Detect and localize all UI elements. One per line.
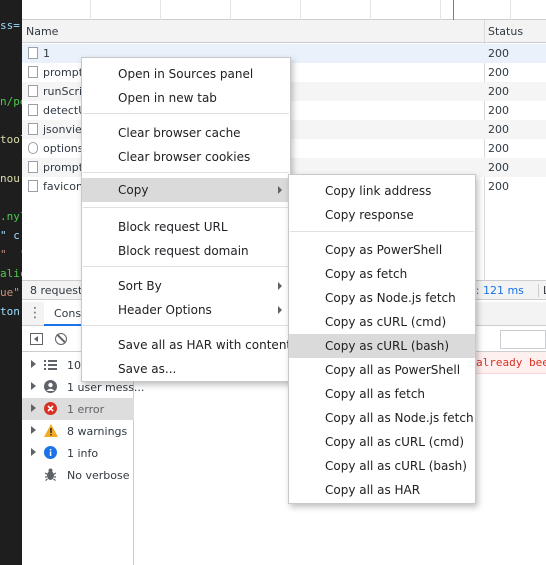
- summary-extra: L: [538, 284, 546, 297]
- copy-submenu: Copy link address Copy response Copy as …: [288, 174, 476, 504]
- request-status: 200: [488, 180, 509, 193]
- menu-item-block-url[interactable]: Block request URL: [82, 215, 290, 239]
- file-icon: [28, 66, 38, 78]
- sidebar-item-label: 1 info: [67, 447, 99, 460]
- code-line: ton: [0, 305, 20, 318]
- menu-item-copy-as-curl-bash[interactable]: Copy as cURL (bash): [289, 334, 475, 358]
- context-menu: Open in Sources panel Open in new tab Cl…: [81, 57, 291, 382]
- file-icon: [28, 123, 38, 135]
- request-status: 200: [488, 123, 509, 136]
- kebab-menu-icon[interactable]: ⋮: [28, 306, 42, 320]
- code-line: .nyl: [0, 210, 22, 223]
- menu-item-copy-all-as-curl-bash[interactable]: Copy all as cURL (bash): [289, 454, 475, 478]
- request-name: favicon.: [43, 180, 87, 193]
- file-icon: [28, 85, 38, 97]
- gear-file-icon: [28, 142, 38, 154]
- request-name: prompt.: [43, 161, 87, 174]
- sidebar-item-info[interactable]: 1 info: [22, 442, 134, 464]
- menu-item-open-in-sources[interactable]: Open in Sources panel: [82, 62, 290, 86]
- sidebar-toggle-icon[interactable]: [30, 333, 43, 345]
- file-icon: [28, 104, 38, 116]
- menu-separator: [83, 266, 289, 267]
- menu-item-copy-link-address[interactable]: Copy link address: [289, 179, 475, 203]
- filter-input[interactable]: [500, 330, 546, 349]
- request-name: detectU: [43, 104, 87, 117]
- code-line: " c: [0, 229, 20, 242]
- menu-separator: [83, 113, 289, 114]
- menu-item-copy-all-as-fetch[interactable]: Copy all as fetch: [289, 382, 475, 406]
- submenu-arrow-icon: [278, 186, 282, 194]
- menu-item-open-new-tab[interactable]: Open in new tab: [82, 86, 290, 110]
- sidebar-item-label: 8 warnings: [67, 425, 128, 438]
- menu-item-save-har[interactable]: Save all as HAR with content: [82, 333, 291, 357]
- requests-table-header: Name Status: [22, 20, 546, 43]
- clear-console-icon[interactable]: [55, 333, 67, 345]
- sidebar-item-label: 1 user mess...: [67, 381, 145, 394]
- file-icon: [28, 180, 38, 192]
- sidebar-item-label: 10: [67, 359, 81, 372]
- bug-icon: [44, 468, 57, 481]
- sidebar-item-verbose[interactable]: No verbose: [22, 464, 134, 486]
- requests-count: 8 requests: [30, 284, 89, 297]
- code-line: alic: [0, 267, 22, 280]
- submenu-arrow-icon: [278, 306, 282, 314]
- sidebar-item-errors[interactable]: 1 error: [22, 398, 134, 420]
- menu-item-copy-all-as-powershell[interactable]: Copy all as PowerShell: [289, 358, 475, 382]
- menu-item-copy-all-as-har[interactable]: Copy all as HAR: [289, 478, 475, 502]
- menu-separator: [83, 207, 289, 208]
- error-text: already been: [476, 356, 546, 369]
- code-line: n/pe: [0, 95, 22, 108]
- menu-item-copy[interactable]: Copy: [82, 178, 290, 202]
- sidebar-item-label: 1 error: [67, 403, 105, 416]
- menu-separator: [83, 172, 289, 173]
- user-icon: [44, 380, 57, 393]
- tab-console-label: Cons: [54, 307, 82, 320]
- request-status: 200: [488, 161, 509, 174]
- sidebar-item-label: No verbose: [67, 469, 130, 482]
- menu-item-save-as[interactable]: Save as...: [82, 357, 290, 381]
- menu-item-clear-cookies[interactable]: Clear browser cookies: [82, 145, 290, 169]
- menu-item-copy-as-fetch[interactable]: Copy as fetch: [289, 262, 475, 286]
- menu-item-copy-all-as-curl-cmd[interactable]: Copy all as cURL (cmd): [289, 430, 475, 454]
- menu-item-clear-cache[interactable]: Clear browser cache: [82, 121, 290, 145]
- menu-item-copy-as-powershell[interactable]: Copy as PowerShell: [289, 238, 475, 262]
- menu-item-copy-response[interactable]: Copy response: [289, 203, 475, 227]
- menu-separator: [83, 325, 289, 326]
- info-icon: [44, 446, 57, 459]
- file-icon: [28, 161, 38, 173]
- code-line: nou: [0, 172, 20, 185]
- column-header-status[interactable]: Status: [488, 25, 523, 38]
- menu-item-block-domain[interactable]: Block request domain: [82, 239, 290, 263]
- menu-item-sort-by[interactable]: Sort By: [82, 274, 290, 298]
- warning-icon: [44, 424, 58, 437]
- submenu-arrow-icon: [278, 282, 282, 290]
- request-status: 200: [488, 66, 509, 79]
- code-line: tool: [0, 133, 22, 146]
- menu-separator: [290, 231, 474, 232]
- sidebar-item-warnings[interactable]: 8 warnings: [22, 420, 134, 442]
- file-icon: [28, 47, 38, 59]
- menu-item-header-options[interactable]: Header Options: [82, 298, 290, 322]
- list-icon: [44, 358, 57, 371]
- menu-item-copy-all-as-nodejs-fetch[interactable]: Copy all as Node.js fetch: [289, 406, 475, 430]
- request-status: 200: [488, 142, 509, 155]
- code-line: ss=: [0, 19, 20, 32]
- request-name: 1: [43, 47, 50, 60]
- console-sidebar: 10 1 user mess... 1 error 8 warnings 1 i…: [22, 352, 144, 565]
- code-line: " ": [0, 248, 22, 261]
- network-overview[interactable]: [22, 0, 546, 20]
- menu-item-copy-as-nodejs-fetch[interactable]: Copy as Node.js fetch: [289, 286, 475, 310]
- code-line: ue": [0, 286, 20, 299]
- request-status: 200: [488, 85, 509, 98]
- request-name: prompt.: [43, 66, 87, 79]
- menu-item-copy-as-curl-cmd[interactable]: Copy as cURL (cmd): [289, 310, 475, 334]
- request-status: 200: [488, 47, 509, 60]
- column-header-name[interactable]: Name: [26, 25, 58, 38]
- error-icon: [44, 402, 57, 415]
- code-editor-strip: ss= n/pe tool nou .nyl " c " " alic ue" …: [0, 0, 22, 565]
- request-status: 200: [488, 104, 509, 117]
